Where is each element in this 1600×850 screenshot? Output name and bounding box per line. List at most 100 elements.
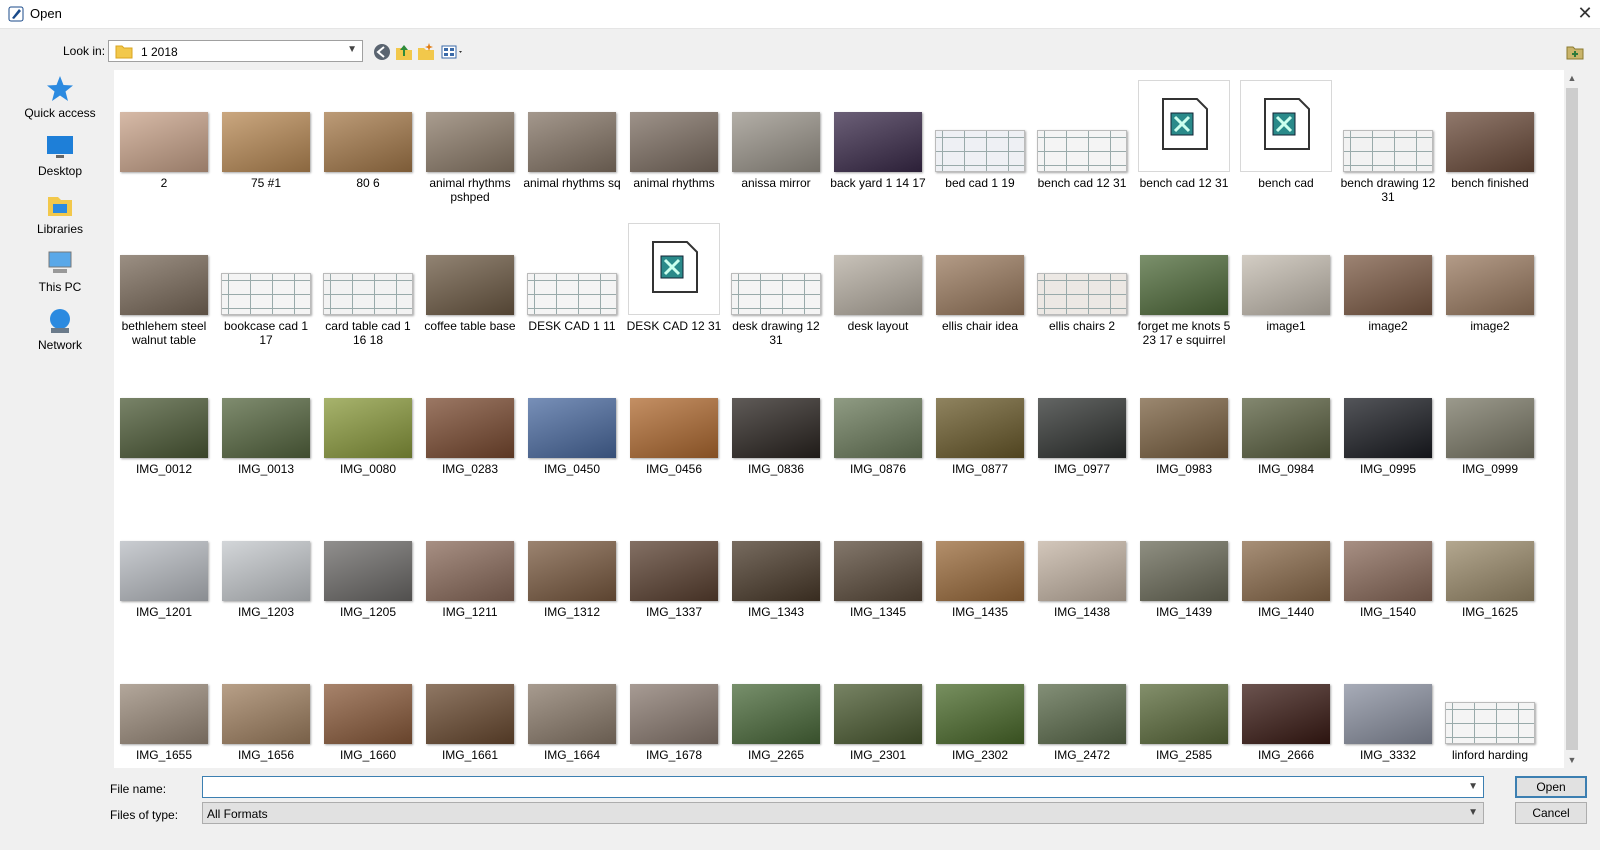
file-name: IMG_3332 xyxy=(1359,748,1417,762)
file-item[interactable]: bethlehem steel walnut table xyxy=(114,215,214,355)
place-this-pc[interactable]: This PC xyxy=(8,248,112,304)
drawing-preview xyxy=(527,273,617,315)
file-item[interactable]: IMG_1343 xyxy=(726,501,826,641)
file-item[interactable]: IMG_2265 xyxy=(726,644,826,768)
file-item[interactable]: IMG_2301 xyxy=(828,644,928,768)
file-item[interactable]: DESK CAD 12 31 xyxy=(624,215,724,355)
scroll-up-arrow-icon[interactable]: ▲ xyxy=(1564,70,1580,86)
file-item[interactable]: IMG_1438 xyxy=(1032,501,1132,641)
file-item[interactable]: 2 xyxy=(114,72,214,212)
file-item[interactable]: IMG_0983 xyxy=(1134,358,1234,498)
cancel-button[interactable]: Cancel xyxy=(1515,802,1587,824)
file-item[interactable]: IMG_1201 xyxy=(114,501,214,641)
file-item[interactable]: ellis chairs 2 xyxy=(1032,215,1132,355)
file-item[interactable]: IMG_0013 xyxy=(216,358,316,498)
file-item[interactable]: bench finished xyxy=(1440,72,1540,212)
file-item[interactable]: image1 xyxy=(1236,215,1336,355)
file-item[interactable]: IMG_0877 xyxy=(930,358,1030,498)
file-item[interactable]: IMG_2666 xyxy=(1236,644,1336,768)
file-item[interactable]: back yard 1 14 17 xyxy=(828,72,928,212)
file-item[interactable]: IMG_0876 xyxy=(828,358,928,498)
file-item[interactable]: linford harding xyxy=(1440,644,1540,768)
file-item[interactable]: bench cad 12 31 xyxy=(1134,72,1234,212)
file-item[interactable]: desk drawing 12 31 xyxy=(726,215,826,355)
scrollbar-thumb[interactable] xyxy=(1566,88,1578,750)
file-item[interactable]: anissa mirror xyxy=(726,72,826,212)
file-item[interactable]: IMG_2585 xyxy=(1134,644,1234,768)
file-name-input[interactable] xyxy=(207,778,1451,798)
scroll-down-arrow-icon[interactable]: ▼ xyxy=(1564,752,1580,768)
file-item[interactable]: animal rhythms sq xyxy=(522,72,622,212)
cad-file-icon xyxy=(628,223,720,315)
view-menu-icon[interactable] xyxy=(440,42,466,62)
file-item[interactable]: coffee table base xyxy=(420,215,520,355)
file-item[interactable]: bench drawing 12 31 xyxy=(1338,72,1438,212)
file-item[interactable]: IMG_1439 xyxy=(1134,501,1234,641)
place-quick-access[interactable]: Quick access xyxy=(8,74,112,130)
open-button[interactable]: Open xyxy=(1515,776,1587,798)
file-thumbnail xyxy=(323,80,413,172)
file-name-combo[interactable]: ▼ xyxy=(202,776,1484,798)
file-item[interactable]: IMG_1678 xyxy=(624,644,724,768)
file-item[interactable]: IMG_1661 xyxy=(420,644,520,768)
new-library-icon[interactable] xyxy=(1566,44,1584,60)
file-item[interactable]: DESK CAD 1 11 xyxy=(522,215,622,355)
file-item[interactable]: IMG_0836 xyxy=(726,358,826,498)
file-item[interactable]: ellis chair idea xyxy=(930,215,1030,355)
file-item[interactable]: image2 xyxy=(1338,215,1438,355)
look-in-combo[interactable]: 1 2018 ▼ xyxy=(108,40,363,62)
file-item[interactable]: IMG_0999 xyxy=(1440,358,1540,498)
file-item[interactable]: IMG_1345 xyxy=(828,501,928,641)
file-item[interactable]: IMG_3332 xyxy=(1338,644,1438,768)
file-item[interactable]: IMG_1660 xyxy=(318,644,418,768)
file-item[interactable]: 80 6 xyxy=(318,72,418,212)
file-item[interactable]: IMG_1540 xyxy=(1338,501,1438,641)
file-item[interactable]: IMG_0080 xyxy=(318,358,418,498)
file-item[interactable]: bed cad 1 19 xyxy=(930,72,1030,212)
file-item[interactable]: forget me knots 5 23 17 e squirrel xyxy=(1134,215,1234,355)
files-of-type-select[interactable]: All Formats ▼ xyxy=(202,802,1484,824)
file-item[interactable]: IMG_0977 xyxy=(1032,358,1132,498)
file-item[interactable]: IMG_0995 xyxy=(1338,358,1438,498)
new-folder-icon[interactable] xyxy=(416,42,436,62)
vertical-scrollbar[interactable]: ▲ ▼ xyxy=(1564,70,1580,768)
file-item[interactable]: 75 #1 xyxy=(216,72,316,212)
file-list-view[interactable]: ▲ ▼ 2 75 #1 80 6 animal rhythms pshped anima… xyxy=(114,70,1580,768)
file-item[interactable]: bench cad xyxy=(1236,72,1336,212)
place-network[interactable]: Network xyxy=(8,306,112,362)
file-item[interactable]: IMG_2472 xyxy=(1032,644,1132,768)
file-item[interactable]: IMG_2302 xyxy=(930,644,1030,768)
file-name: IMG_1312 xyxy=(543,605,601,619)
file-item[interactable]: IMG_0450 xyxy=(522,358,622,498)
file-item[interactable]: IMG_0456 xyxy=(624,358,724,498)
file-item[interactable]: IMG_1656 xyxy=(216,644,316,768)
chevron-down-icon[interactable]: ▼ xyxy=(1468,781,1478,792)
file-item[interactable]: desk layout xyxy=(828,215,928,355)
up-folder-icon[interactable] xyxy=(394,42,414,62)
close-button[interactable]: ✕ xyxy=(1570,0,1600,28)
file-item[interactable]: IMG_0984 xyxy=(1236,358,1336,498)
file-item[interactable]: animal rhythms pshped xyxy=(420,72,520,212)
file-item[interactable]: image2 xyxy=(1440,215,1540,355)
file-item[interactable]: animal rhythms xyxy=(624,72,724,212)
file-item[interactable]: IMG_0283 xyxy=(420,358,520,498)
place-libraries[interactable]: Libraries xyxy=(8,190,112,246)
file-item[interactable]: card table cad 1 16 18 xyxy=(318,215,418,355)
file-item[interactable]: bench cad 12 31 xyxy=(1032,72,1132,212)
file-item[interactable]: IMG_1435 xyxy=(930,501,1030,641)
back-arrow-icon[interactable] xyxy=(372,42,392,62)
file-item[interactable]: IMG_1625 xyxy=(1440,501,1540,641)
file-item[interactable]: IMG_1205 xyxy=(318,501,418,641)
file-item[interactable]: IMG_1664 xyxy=(522,644,622,768)
place-desktop[interactable]: Desktop xyxy=(8,132,112,188)
file-item[interactable]: IMG_1312 xyxy=(522,501,622,641)
file-item[interactable]: IMG_1655 xyxy=(114,644,214,768)
file-item[interactable]: IMG_1203 xyxy=(216,501,316,641)
file-name: DESK CAD 12 31 xyxy=(626,319,722,333)
file-item[interactable]: IMG_1440 xyxy=(1236,501,1336,641)
file-item[interactable]: IMG_1211 xyxy=(420,501,520,641)
file-item[interactable]: bookcase cad 1 17 xyxy=(216,215,316,355)
file-item[interactable]: IMG_1337 xyxy=(624,501,724,641)
file-item[interactable]: IMG_0012 xyxy=(114,358,214,498)
places-bar: Quick access Desktop Libraries This PC N… xyxy=(8,70,112,770)
